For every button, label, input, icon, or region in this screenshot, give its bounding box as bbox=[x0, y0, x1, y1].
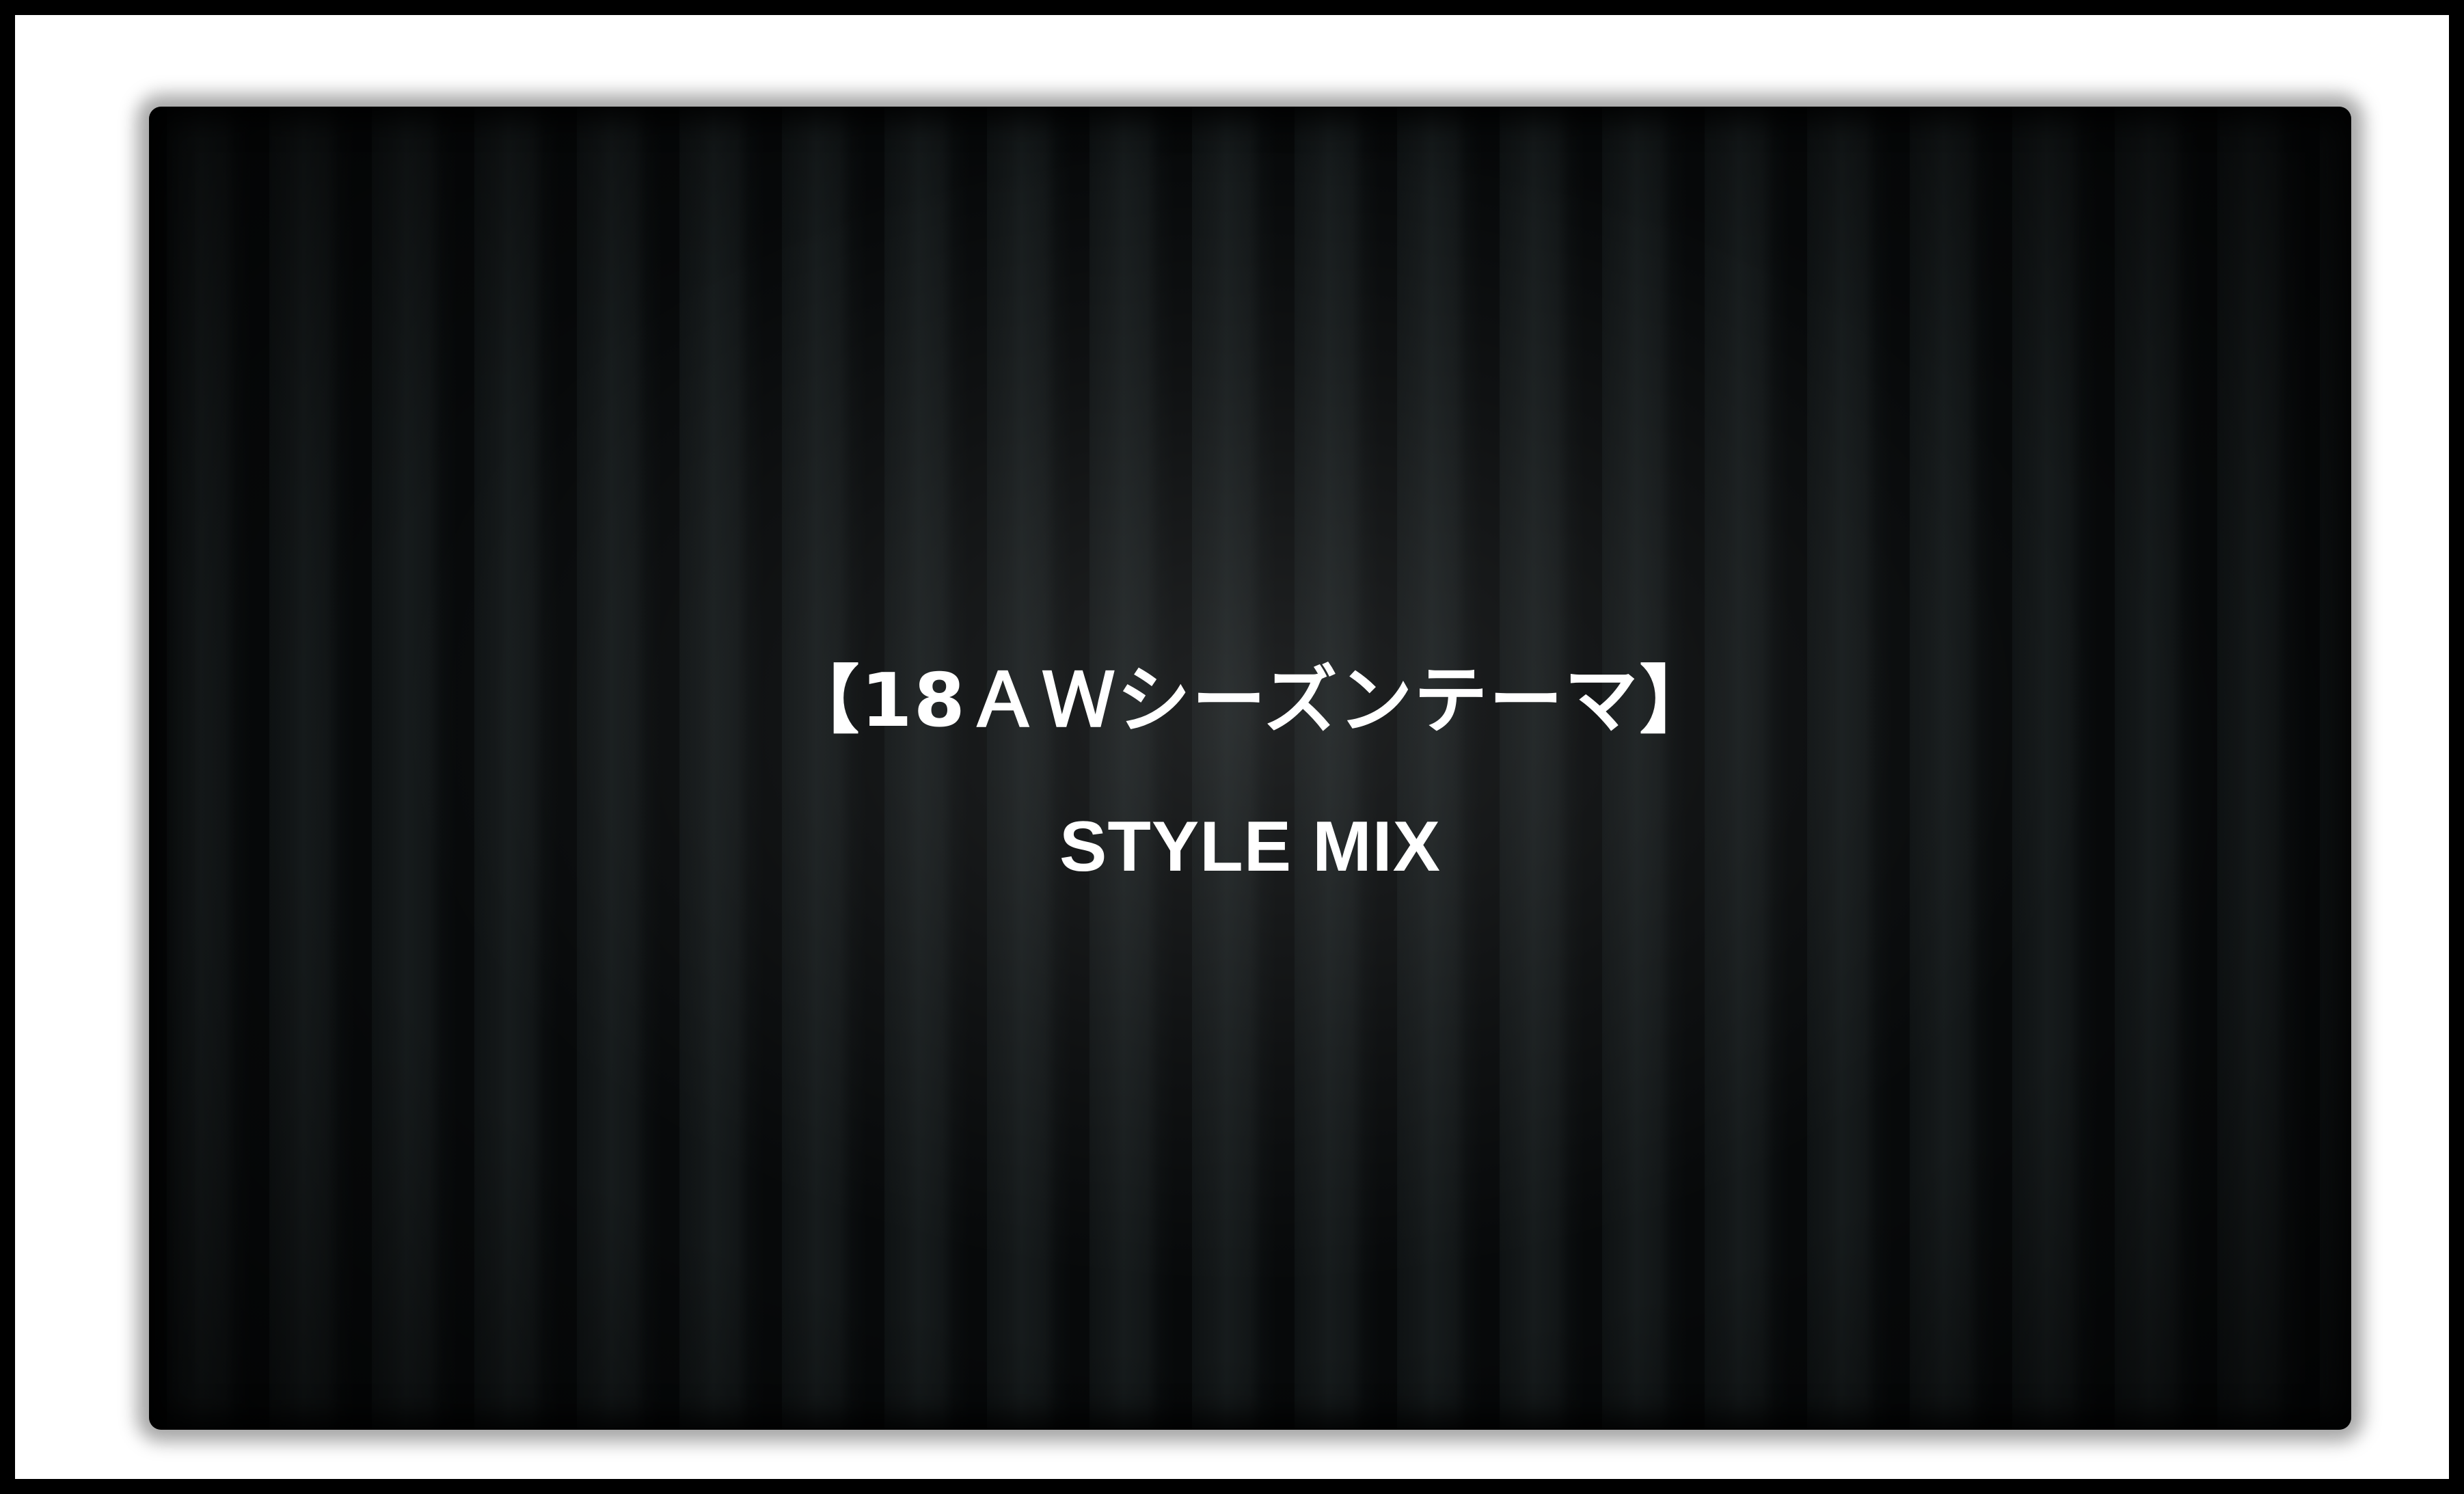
panel-vignette bbox=[149, 107, 2351, 1430]
season-theme-heading: 【18ＡＷシーズンテーマ】 bbox=[785, 658, 1715, 744]
theme-title: STYLE MIX bbox=[1059, 807, 1441, 886]
striped-dark-background-panel: 【18ＡＷシーズンテーマ】 STYLE MIX bbox=[149, 107, 2351, 1430]
slide-frame: 【18ＡＷシーズンテーマ】 STYLE MIX bbox=[0, 0, 2464, 1494]
